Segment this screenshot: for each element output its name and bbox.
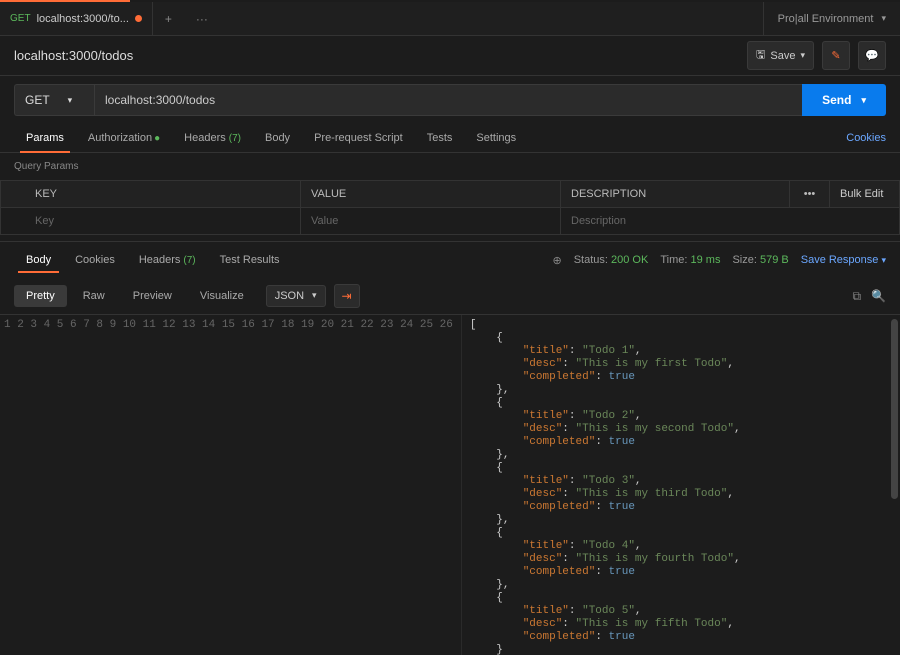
tab-body[interactable]: Body: [253, 124, 302, 152]
request-tabs: Params Authorization● Headers(7) Body Pr…: [0, 124, 900, 153]
edit-icon-button[interactable]: ✎: [822, 41, 850, 70]
tab-bar: GET localhost:3000/to... + ··· Pro|all E…: [0, 2, 900, 36]
viewer-pretty[interactable]: Pretty: [14, 285, 67, 307]
query-params-table: KEY VALUE DESCRIPTION ••• Bulk Edit Key …: [0, 180, 900, 235]
tab-headers[interactable]: Headers(7): [172, 124, 253, 152]
line-gutter: 1 2 3 4 5 6 7 8 9 10 11 12 13 14 15 16 1…: [0, 315, 462, 655]
response-tabs: Body Cookies Headers(7) Test Results ⊕ S…: [0, 241, 900, 278]
new-tab-button[interactable]: +: [153, 12, 184, 26]
tab-tests[interactable]: Tests: [415, 124, 465, 152]
cookies-link[interactable]: Cookies: [846, 132, 886, 144]
viewer-toolbar: Pretty Raw Preview Visualize JSON▾ ⇥ ⧉ 🔍: [0, 278, 900, 315]
resp-tab-cookies[interactable]: Cookies: [63, 248, 127, 272]
globe-icon: ⊕: [552, 254, 561, 267]
viewer-raw[interactable]: Raw: [71, 285, 117, 307]
tab-authorization[interactable]: Authorization●: [76, 124, 172, 152]
url-bar: GET ▾ Send ▾: [0, 76, 900, 124]
resp-tab-test-results[interactable]: Test Results: [208, 248, 292, 272]
url-input[interactable]: [94, 84, 802, 116]
size-label: Size: 579 B: [732, 254, 788, 266]
query-params-label: Query Params: [0, 153, 900, 180]
response-editor[interactable]: 1 2 3 4 5 6 7 8 9 10 11 12 13 14 15 16 1…: [0, 315, 900, 655]
description-cell[interactable]: Description: [561, 208, 900, 235]
tab-prerequest[interactable]: Pre-request Script: [302, 124, 415, 152]
col-header-key: KEY: [1, 181, 301, 208]
tab-params[interactable]: Params: [14, 124, 76, 152]
send-button[interactable]: Send ▾: [802, 84, 886, 116]
chevron-down-icon: ▾: [800, 50, 805, 61]
pencil-icon: ✎: [831, 49, 840, 62]
bulk-edit-button[interactable]: Bulk Edit: [830, 181, 900, 208]
copy-icon[interactable]: ⧉: [852, 289, 861, 304]
tab-settings[interactable]: Settings: [464, 124, 528, 152]
comment-icon: 💬: [865, 49, 879, 62]
viewer-visualize[interactable]: Visualize: [188, 285, 256, 307]
col-header-description: DESCRIPTION: [561, 181, 790, 208]
comment-icon-button[interactable]: 💬: [858, 41, 886, 70]
tab-title: localhost:3000/to...: [37, 13, 129, 25]
resp-tab-body[interactable]: Body: [14, 248, 63, 272]
save-button[interactable]: 🖫 Save ▾: [747, 41, 814, 70]
wrap-lines-button[interactable]: ⇥: [334, 284, 360, 308]
request-tab[interactable]: GET localhost:3000/to...: [0, 2, 153, 35]
col-header-more[interactable]: •••: [790, 181, 830, 208]
status-label: Status: 200 OK: [574, 254, 649, 266]
method-selector[interactable]: GET ▾: [14, 84, 94, 116]
environment-selector[interactable]: Pro|all Environment ▾: [763, 2, 900, 35]
code-area[interactable]: [ { "title": "Todo 1", "desc": "This is …: [462, 315, 900, 655]
value-cell[interactable]: Value: [301, 208, 561, 235]
time-label: Time: 19 ms: [660, 254, 720, 266]
viewer-preview[interactable]: Preview: [121, 285, 184, 307]
vertical-scrollbar[interactable]: [891, 319, 898, 499]
unsaved-dot-icon: [135, 15, 142, 22]
tab-method-label: GET: [10, 13, 31, 24]
col-header-value: VALUE: [301, 181, 561, 208]
format-selector[interactable]: JSON▾: [266, 285, 326, 307]
resp-tab-headers[interactable]: Headers(7): [127, 248, 208, 272]
chevron-down-icon: ▾: [861, 95, 866, 106]
request-title-bar: localhost:3000/todos 🖫 Save ▾ ✎ 💬: [0, 36, 900, 76]
request-title: localhost:3000/todos: [14, 48, 133, 63]
tab-menu-button[interactable]: ···: [184, 12, 220, 26]
search-icon[interactable]: 🔍: [871, 289, 886, 304]
table-row[interactable]: Key Value Description: [1, 208, 900, 235]
key-cell[interactable]: Key: [1, 208, 301, 235]
chevron-down-icon: ▾: [881, 13, 886, 24]
chevron-down-icon: ▾: [68, 95, 73, 106]
save-icon: 🖫: [756, 46, 765, 65]
save-response-button[interactable]: Save Response ▾: [801, 254, 886, 266]
